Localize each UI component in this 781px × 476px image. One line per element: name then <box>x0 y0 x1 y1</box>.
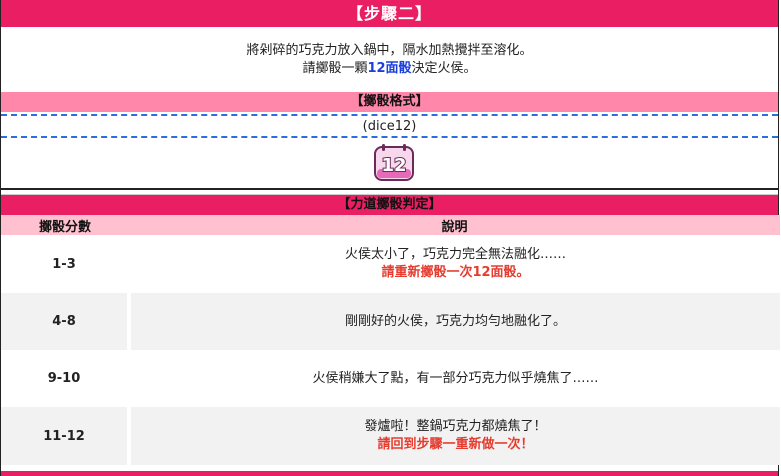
format-title: 【擲骰格式】 <box>350 94 429 109</box>
judge-header-row: 擲骰分數 說明 <box>1 215 780 235</box>
instruction-line-2: 請擲骰一顆12面骰決定火侯。 <box>1 60 778 78</box>
step-panel: 【步驟二】 將剁碎的巧克力放入鍋中，隔水加熱攪拌至溶化。 請擲骰一顆12面骰決定… <box>0 0 780 476</box>
row-desc-text: 火侯稍嫌大了點，有一部分巧克力似乎燒焦了…… <box>312 370 599 386</box>
step-title: 【步驟二】 <box>346 4 432 23</box>
dice-icon-label: 12 <box>381 155 406 176</box>
row-desc-text: 發爐啦！整鍋巧克力都燒焦了！ <box>364 419 547 434</box>
bottom-accent-bar <box>1 471 778 476</box>
row-score: 4-8 <box>1 293 129 350</box>
dice-command-box: (dice12) <box>1 114 778 138</box>
row-desc: 剛剛好的火侯，巧克力均勻地融化了。 <box>127 293 780 350</box>
row-score: 1-3 <box>1 235 129 293</box>
row-score: 9-10 <box>1 350 129 407</box>
row-desc: 發爐啦！整鍋巧克力都燒焦了！ 請回到步驟一重新做一次！ <box>127 407 780 465</box>
row-desc: 火侯太小了，巧克力完全無法融化…… 請重新擲骰一次12面骰。 <box>127 235 780 293</box>
header-desc: 說明 <box>129 215 780 235</box>
row-warn-text: 請回到步驟一重新做一次！ <box>377 437 534 452</box>
format-title-bar: 【擲骰格式】 <box>1 92 778 112</box>
row-warn-text: 請重新擲骰一次12面骰。 <box>381 265 530 280</box>
row-desc-text: 火侯太小了，巧克力完全無法融化…… <box>344 247 566 262</box>
judge-table: 擲骰分數 說明 1-3 火侯太小了，巧克力完全無法融化…… 請重新擲骰一次12面… <box>1 215 780 465</box>
step-instructions: 將剁碎的巧克力放入鍋中，隔水加熱攪拌至溶化。 請擲骰一顆12面骰決定火侯。 <box>1 27 778 92</box>
row-desc: 火侯稍嫌大了點，有一部分巧克力似乎燒焦了…… <box>127 350 780 407</box>
dice-icon-area: 12 <box>1 138 778 190</box>
dice-command-text: (dice12) <box>362 119 417 134</box>
instruction-prefix: 請擲骰一顆 <box>302 61 368 76</box>
table-row: 9-10 火侯稍嫌大了點，有一部分巧克力似乎燒焦了…… <box>1 350 780 407</box>
row-score: 11-12 <box>1 407 129 465</box>
table-row: 1-3 火侯太小了，巧克力完全無法融化…… 請重新擲骰一次12面骰。 <box>1 235 780 293</box>
row-desc-text: 剛剛好的火侯，巧克力均勻地融化了。 <box>344 313 566 329</box>
step-title-bar: 【步驟二】 <box>1 0 778 27</box>
instruction-line-1: 將剁碎的巧克力放入鍋中，隔水加熱攪拌至溶化。 <box>246 43 533 58</box>
dice-type-highlight: 12面骰 <box>367 61 412 76</box>
instruction-suffix: 決定火侯。 <box>411 61 477 76</box>
header-score: 擲骰分數 <box>1 215 129 235</box>
judge-title-bar: 【力道擲骰判定】 <box>1 195 778 215</box>
table-row: 11-12 發爐啦！整鍋巧克力都燒焦了！ 請回到步驟一重新做一次！ <box>1 407 780 465</box>
d12-dice-icon[interactable]: 12 <box>373 144 415 182</box>
table-row: 4-8 剛剛好的火侯，巧克力均勻地融化了。 <box>1 293 780 350</box>
judge-title: 【力道擲骰判定】 <box>337 197 442 212</box>
